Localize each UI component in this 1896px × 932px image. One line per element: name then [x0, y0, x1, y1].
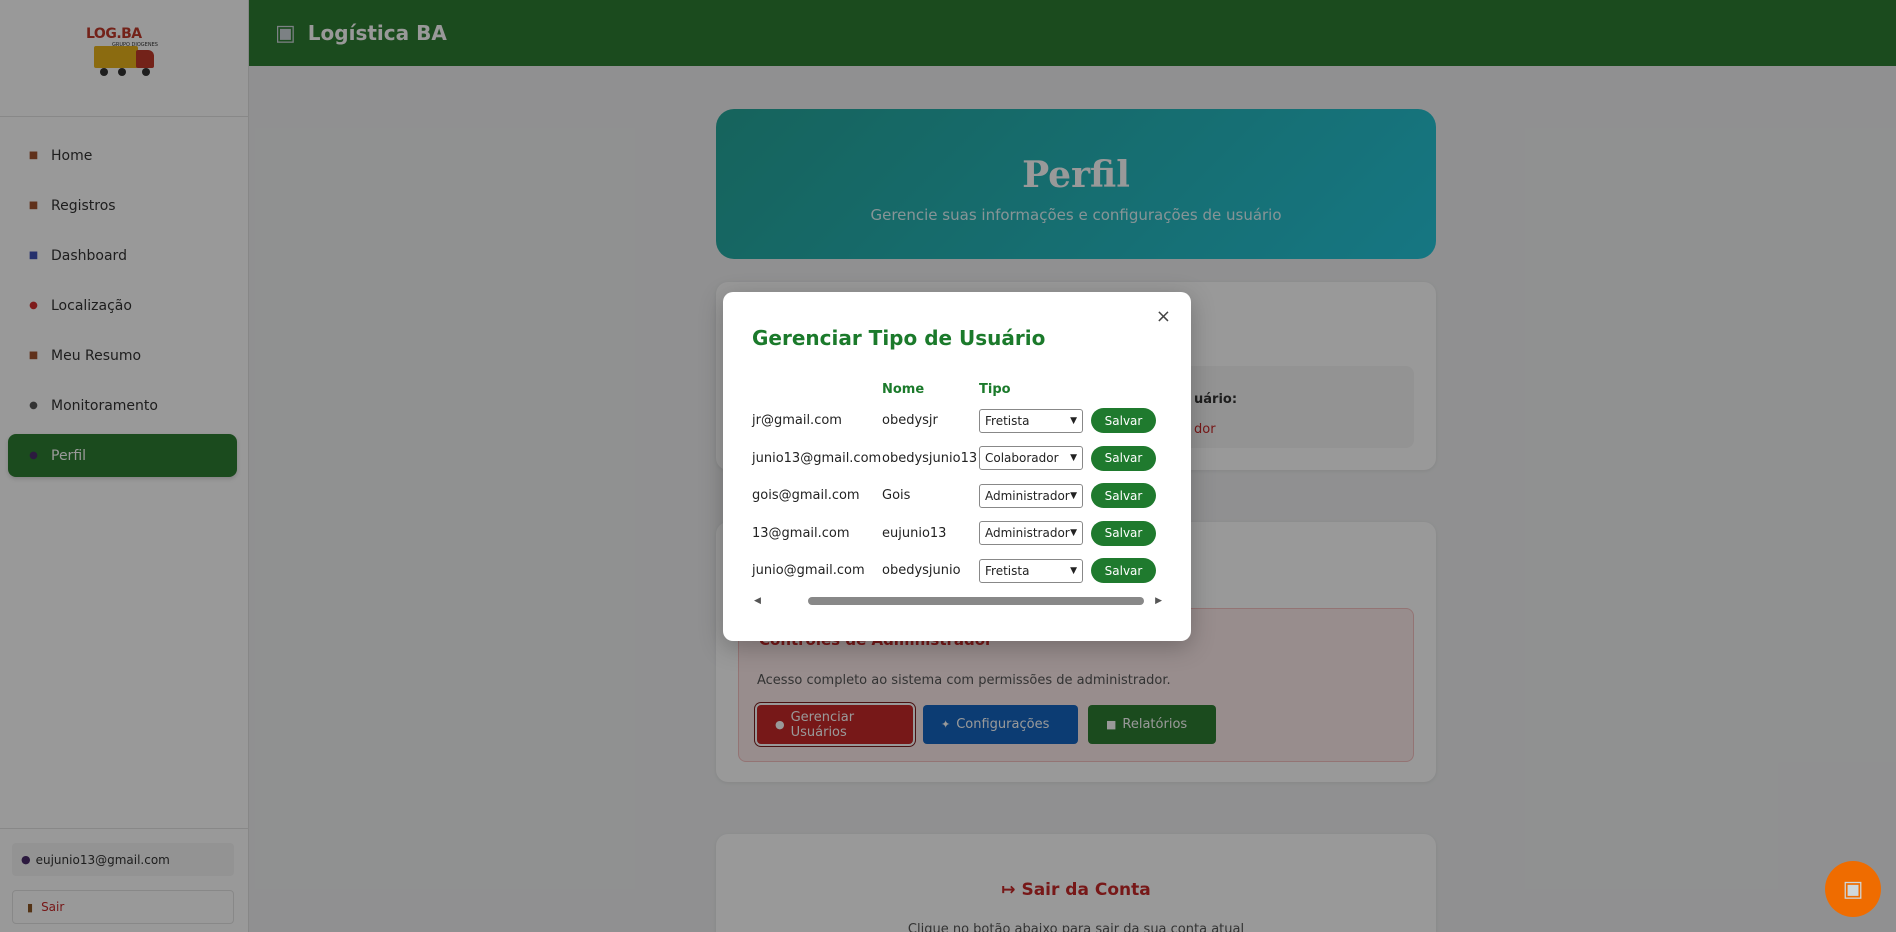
type-cell: Fretista ▼: [979, 558, 1091, 583]
horizontal-scrollbar[interactable]: ◀ ▶: [752, 596, 1162, 606]
action-cell: Salvar: [1091, 408, 1162, 434]
header-type: Tipo: [979, 382, 1011, 397]
chevron-down-icon: ▼: [1070, 453, 1077, 464]
header-action: [1091, 382, 1162, 402]
user-type-select[interactable]: Colaborador ▼: [979, 446, 1083, 471]
user-name-cell: Gois: [882, 488, 911, 504]
selected-type: Fretista: [985, 413, 1030, 428]
user-type-select[interactable]: Fretista ▼: [979, 408, 1083, 433]
user-name-cell: obedysjunio13: [882, 450, 978, 466]
type-cell: Colaborador ▼: [979, 446, 1091, 471]
manage-user-type-modal: × Gerenciar Tipo de Usuário Nome Tipo jr…: [723, 292, 1191, 641]
scroll-left-icon[interactable]: ◀: [754, 596, 761, 606]
selected-type: Administrador: [985, 526, 1070, 541]
table-row: junio@gmail.com obedysjunio Fretista ▼ S…: [752, 552, 1162, 590]
selected-type: Fretista: [985, 563, 1030, 578]
action-cell: Salvar: [1091, 558, 1162, 584]
save-button[interactable]: Salvar: [1091, 445, 1156, 471]
modal-title: Gerenciar Tipo de Usuário: [752, 326, 1046, 350]
table-row: junio13@gmail.com obedysjunio13 Colabora…: [752, 440, 1162, 478]
user-type-select[interactable]: Administrador ▼: [979, 521, 1083, 546]
save-button[interactable]: Salvar: [1091, 520, 1156, 546]
save-button[interactable]: Salvar: [1091, 558, 1156, 584]
table-header: Nome Tipo: [752, 382, 1162, 402]
header-name: Nome: [882, 382, 925, 397]
action-cell: Salvar: [1091, 520, 1162, 546]
scroll-right-icon[interactable]: ▶: [1155, 596, 1162, 606]
floating-truck-button[interactable]: ▣: [1825, 861, 1881, 917]
action-cell: Salvar: [1091, 483, 1162, 509]
close-icon[interactable]: ×: [1156, 306, 1171, 327]
users-table: Nome Tipo jr@gmail.com obedysjr Fretista…: [752, 382, 1162, 590]
save-button[interactable]: Salvar: [1091, 483, 1156, 509]
chevron-down-icon: ▼: [1070, 528, 1077, 539]
chevron-down-icon: ▼: [1070, 415, 1077, 426]
chevron-down-icon: ▼: [1070, 490, 1077, 501]
type-cell: Administrador ▼: [979, 521, 1091, 546]
type-cell: Fretista ▼: [979, 408, 1091, 433]
truck-icon: ▣: [1842, 876, 1864, 902]
user-email-cell: 13@gmail.com: [752, 525, 850, 541]
user-name-cell: eujunio13: [882, 525, 947, 541]
table-row: 13@gmail.com eujunio13 Administrador ▼ S…: [752, 515, 1162, 553]
table-row: gois@gmail.com Gois Administrador ▼ Salv…: [752, 477, 1162, 515]
user-name-cell: obedysjr: [882, 413, 938, 429]
save-button[interactable]: Salvar: [1091, 408, 1156, 434]
type-cell: Administrador ▼: [979, 483, 1091, 508]
header-email: [752, 382, 882, 402]
selected-type: Colaborador: [985, 451, 1059, 466]
user-email-cell: gois@gmail.com: [752, 488, 860, 504]
table-row: jr@gmail.com obedysjr Fretista ▼ Salvar: [752, 402, 1162, 440]
user-email-cell: junio13@gmail.com: [752, 450, 882, 466]
user-email-cell: jr@gmail.com: [752, 413, 842, 429]
chevron-down-icon: ▼: [1070, 565, 1077, 576]
user-email-cell: junio@gmail.com: [752, 563, 865, 579]
action-cell: Salvar: [1091, 445, 1162, 471]
scrollbar-thumb[interactable]: [808, 597, 1144, 605]
user-name-cell: obedysjunio: [882, 563, 961, 579]
user-type-select[interactable]: Fretista ▼: [979, 558, 1083, 583]
user-type-select[interactable]: Administrador ▼: [979, 483, 1083, 508]
selected-type: Administrador: [985, 488, 1070, 503]
